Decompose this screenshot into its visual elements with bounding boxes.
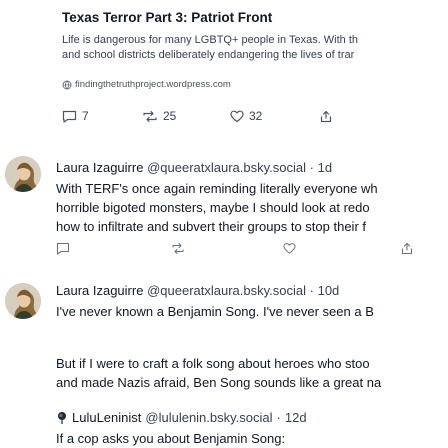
like-count-value: 32 [249, 109, 263, 123]
reply-icon [62, 110, 77, 123]
like-icon [230, 110, 244, 123]
globe-icon [62, 80, 72, 90]
post-text-line: horrible bigoted monsters, maybe I shoul… [56, 200, 370, 215]
reply-count-value: 7 [82, 109, 89, 123]
separator-dot: · [309, 160, 314, 175]
post-author-handle[interactable]: @queeratxlaura.bsky.social [147, 160, 306, 175]
post-text-line: how to infiltrate and subvert their grou… [56, 219, 367, 234]
post-author-name[interactable]: Laura Izaguirre [56, 283, 143, 298]
reply-count[interactable]: 7 [62, 109, 142, 123]
post-author-line: LuluLeninist @lululenin.bsky.social · 12… [56, 410, 307, 425]
like-icon [283, 242, 296, 255]
post[interactable]: Laura Izaguirre @queeratxlaura.bsky.soci… [0, 150, 448, 250]
post-author-handle[interactable]: @lululenin.bsky.social [145, 410, 272, 425]
repost-count[interactable]: 25 [142, 109, 230, 123]
post[interactable]: LuluLeninist @lululenin.bsky.social · 12… [0, 400, 448, 448]
post-time[interactable]: 12d [285, 410, 307, 425]
post-author-name[interactable]: Laura Izaguirre [56, 160, 143, 175]
post-text-line: With TERF's once again reminding literal… [56, 181, 378, 196]
post-author-line: Laura Izaguirre @queeratxlaura.bsky.soci… [56, 283, 339, 298]
post-author-line: Laura Izaguirre @queeratxlaura.bsky.soci… [56, 160, 332, 175]
avatar[interactable] [5, 156, 41, 192]
post-time[interactable]: 1d [318, 160, 332, 175]
like-count[interactable]: 32 [230, 109, 320, 123]
post-text: If a cop asks you about Benjamin Song: [56, 429, 285, 448]
post-actions [56, 242, 413, 255]
link-card-description: Life is dangerous for many LGBTQ+ people… [62, 33, 358, 63]
post-text-line: But if I were to craft a folk song about… [56, 356, 370, 371]
link-card-title[interactable]: Texas Terror Part 3: Patriot Front [62, 10, 272, 25]
reply-icon [56, 242, 70, 255]
separator-dot: · [276, 410, 281, 425]
post-text: But if I were to craft a folk song about… [56, 354, 381, 392]
post-text: I've never known a Benjamin Song. I've n… [56, 302, 374, 321]
post-author-name[interactable]: LuluLeninist [72, 410, 141, 425]
post-author-handle[interactable]: @queeratxlaura.bsky.social [147, 283, 306, 298]
like-button[interactable] [283, 242, 401, 255]
repost-icon [142, 110, 158, 123]
link-card-domain-text: findingthetruthproject.wordpress.com [75, 79, 231, 90]
post-text: With TERF's once again reminding literal… [56, 179, 378, 236]
share-button[interactable] [320, 110, 332, 123]
link-card-description-line: Life is dangerous for many LGBTQ+ people… [62, 34, 359, 46]
avatar-icon [5, 156, 41, 192]
share-button[interactable] [401, 242, 413, 255]
link-card-description-line: and school districts deliberately endang… [62, 49, 355, 61]
post[interactable]: Laura Izaguirre @queeratxlaura.bsky.soci… [0, 273, 448, 403]
post-time[interactable]: 10d [318, 283, 340, 298]
avatar[interactable] [5, 283, 41, 319]
share-icon [401, 242, 413, 255]
separator-dot: · [309, 283, 314, 298]
repost-button[interactable] [171, 242, 283, 255]
share-icon [320, 110, 332, 123]
reply-button[interactable] [56, 242, 171, 255]
rose-icon [56, 411, 68, 424]
post-text-line: and made Nazis afraid, Ben Song sounds l… [56, 375, 382, 390]
post-stats-row: 7 25 32 [62, 109, 332, 123]
repost-icon [171, 242, 185, 255]
post-text-line: I've never known a Benjamin Song. I've n… [56, 304, 374, 319]
avatar-icon [5, 283, 41, 319]
post-text-line: If a cop asks you about Benjamin Song: [56, 431, 286, 446]
link-card-domain: findingthetruthproject.wordpress.com [62, 79, 231, 90]
repost-count-value: 25 [163, 109, 177, 123]
